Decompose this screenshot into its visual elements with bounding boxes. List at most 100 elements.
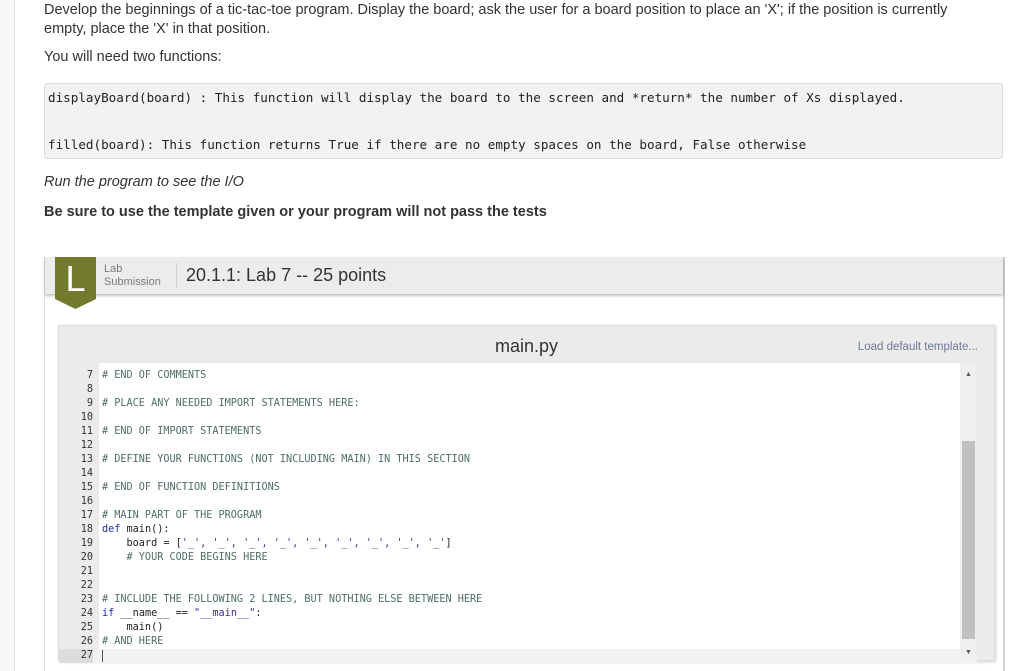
code-line[interactable]: 19 board = ['_', '_', '_', '_', '_', '_'… [59,537,977,551]
line-number: 13 [80,454,93,465]
code-text: # YOUR CODE BEGINS HERE [102,551,268,565]
code-token-plain: main(): [120,524,170,535]
line-number: 10 [80,412,93,423]
template-warning: Be sure to use the template given or you… [44,204,547,220]
code-token-comment: # DEFINE YOUR FUNCTIONS (NOT INCLUDING M… [102,454,471,465]
badge-letter: L [65,258,85,299]
load-default-template-link[interactable]: Load default template... [858,341,978,353]
code-token-plain: board = [ [102,538,182,549]
code-editor: main.py Load default template... 7 # END … [58,325,995,663]
code-text: # END OF FUNCTION DEFINITIONS [102,481,280,495]
code-text: # MAIN PART OF THE PROGRAM [102,509,261,523]
code-text: board = ['_', '_', '_', '_', '_', '_', '… [102,537,452,551]
code-token-comment: # END OF FUNCTION DEFINITIONS [102,482,280,493]
line-number: 27 [59,649,93,663]
vertical-scrollbar[interactable]: ▲ ▼ [960,363,977,660]
code-line[interactable]: 24 if __name__ == "__main__": [59,607,977,621]
function-specs-block: displayBoard(board) : This function will… [44,83,1003,159]
line-number: 15 [80,482,93,493]
line-number: 23 [80,594,93,605]
line-number: 11 [80,426,93,437]
line-number: 17 [80,510,93,521]
lab-kind: Lab Submission [104,263,161,289]
code-line[interactable]: 27 [59,649,977,663]
code-line[interactable]: 15 # END OF FUNCTION DEFINITIONS [59,481,977,495]
line-number: 25 [80,622,93,633]
code-line[interactable]: 8 [59,383,977,397]
code-token-plain: ] [445,538,452,549]
code-line[interactable]: 21 [59,565,977,579]
line-number: 20 [80,552,93,563]
code-line[interactable]: 14 [59,467,977,481]
code-token-plain: main() [102,622,164,633]
line-number: 12 [80,440,93,451]
code-text: main() [102,621,164,635]
line-number: 14 [80,468,93,479]
code-token-plain: : [255,608,262,619]
instructions-intro: Develop the beginnings of a tic-tac-toe … [44,2,948,37]
code-line[interactable]: 26 # AND HERE [59,635,977,649]
code-line[interactable]: 16 [59,495,977,509]
page: Develop the beginnings of a tic-tac-toe … [14,0,1024,671]
code-area[interactable]: 7 # END OF COMMENTS 8 9 # PLACE ANY NEEDED I… [59,363,977,663]
code-token-comment: # END OF COMMENTS [102,370,207,381]
code-line[interactable]: 10 [59,411,977,425]
header-divider [176,263,177,288]
code-token-comment: # INCLUDE THE FOLLOWING 2 LINES, BUT NOT… [102,594,483,605]
code-token-comment: # YOUR CODE BEGINS HERE [102,552,268,563]
code-token-str: "__main__" [194,608,256,619]
code-line[interactable]: 20 # YOUR CODE BEGINS HERE [59,551,977,565]
code-line[interactable]: 25 main() [59,621,977,635]
code-text: def main(): [102,523,169,537]
line-number: 9 [86,398,93,409]
code-line[interactable]: 9 # PLACE ANY NEEDED IMPORT STATEMENTS HE… [59,397,977,411]
spec-filled: filled(board): This function returns Tru… [48,137,807,152]
line-number: 26 [80,636,93,647]
code-token-comment: # PLACE ANY NEEDED IMPORT STATEMENTS HER… [102,398,360,409]
line-number: 7 [86,370,93,381]
code-line[interactable]: 7 # END OF COMMENTS [59,369,977,383]
code-token-comment: # AND HERE [102,636,164,647]
lab-header: L Lab Submission 20.1.1: Lab 7 -- 25 poi… [45,257,1003,309]
scroll-up-arrow-icon[interactable]: ▲ [960,368,977,382]
code-token-kw: if [102,608,115,619]
lab-kind-line2: Submission [104,276,161,288]
code-text: # DEFINE YOUR FUNCTIONS (NOT INCLUDING M… [102,453,470,467]
line-number: 16 [80,496,93,507]
code-token-comment: # END OF IMPORT STATEMENTS [102,426,262,437]
code-line[interactable]: 23 # INCLUDE THE FOLLOWING 2 LINES, BUT N… [59,593,977,607]
run-note: Run the program to see the I/O [44,174,244,190]
code-text: # INCLUDE THE FOLLOWING 2 LINES, BUT NOT… [102,593,482,607]
line-number: 19 [80,538,93,549]
text-caret [102,650,103,662]
code-text: # END OF COMMENTS [102,369,206,383]
code-text: # AND HERE [102,635,163,649]
code-line[interactable]: 17 # MAIN PART OF THE PROGRAM [59,509,977,523]
lab-kind-line1: Lab [104,263,123,275]
code-text: # END OF IMPORT STATEMENTS [102,425,261,439]
file-name: main.py [494,336,559,356]
code-text: # PLACE ANY NEEDED IMPORT STATEMENTS HER… [102,397,360,411]
code-line[interactable]: 12 [59,439,977,453]
scroll-thumb[interactable] [962,441,975,639]
spec-display-board: displayBoard(board) : This function will… [48,90,905,105]
code-line[interactable]: 18 def main(): [59,523,977,537]
lab-title: 20.1.1: Lab 7 -- 25 points [186,265,387,285]
line-number: 8 [86,384,93,395]
code-line[interactable]: 11 # END OF IMPORT STATEMENTS [59,425,977,439]
lab-submission-panel: L Lab Submission 20.1.1: Lab 7 -- 25 poi… [44,257,1005,671]
code-token-plain: __name__ == [114,608,195,619]
line-number: 21 [80,566,93,577]
scroll-down-arrow-icon[interactable]: ▼ [960,646,977,660]
code-token-kw: def [102,524,121,535]
lab-badge-icon: L [55,257,96,309]
code-token-str: '_', '_', '_', '_', '_', '_', '_', '_', … [181,538,446,549]
code-text: if __name__ == "__main__": [102,607,262,621]
code-line[interactable]: 13 # DEFINE YOUR FUNCTIONS (NOT INCLUDING… [59,453,977,467]
line-number: 22 [80,580,93,591]
line-number: 18 [80,524,93,535]
line-number: 24 [80,608,93,619]
functions-heading: You will need two functions: [44,49,222,65]
code-line[interactable]: 22 [59,579,977,593]
code-token-comment: # MAIN PART OF THE PROGRAM [102,510,262,521]
